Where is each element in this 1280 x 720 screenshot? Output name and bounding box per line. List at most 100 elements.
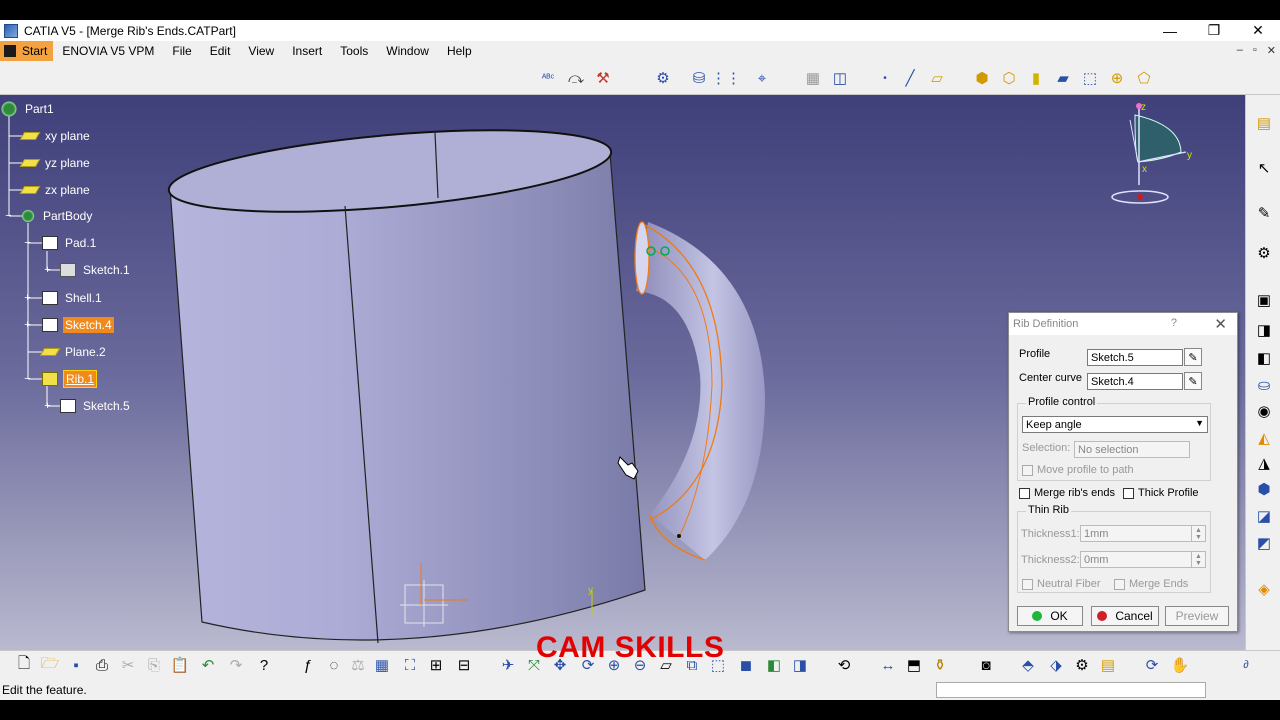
maximize-button[interactable]: ❐ [1192, 20, 1236, 41]
copy-icon[interactable]: ⎘ [144, 655, 164, 675]
axis-icon[interactable]: ◫ [830, 68, 850, 88]
undo-icon[interactable]: ↶ [198, 655, 218, 675]
tree-item-rib1[interactable]: Rib.1 [42, 370, 98, 388]
help-button[interactable]: ? [1171, 317, 1177, 329]
prism-icon[interactable]: ▮ [1026, 68, 1046, 88]
grid-icon[interactable]: ⋮⋮ [711, 68, 741, 88]
dress-up-icon[interactable]: ◈ [1254, 579, 1274, 599]
menu-enovia[interactable]: ENOVIA V5 VPM [53, 44, 163, 58]
analysis-icon[interactable]: ⛁ [689, 68, 709, 88]
thickness2-field[interactable]: 0mm ▲ ▼ [1080, 551, 1206, 568]
catalog-icon[interactable]: ⛶ [400, 655, 420, 675]
tree-item-sketch1[interactable]: Sketch.1 [60, 261, 132, 279]
merge-ends-checkbox[interactable] [1114, 578, 1125, 590]
neutral-fiber-checkbox[interactable] [1022, 578, 1033, 590]
shaft-icon[interactable]: ◧ [1254, 348, 1274, 368]
expand-toggle[interactable]: + [43, 265, 52, 276]
part-icon[interactable]: ⬢ [972, 68, 992, 88]
merge-ribs-ends-checkbox[interactable] [1019, 487, 1030, 499]
update-icon[interactable]: ⟲ [834, 655, 854, 675]
print-icon[interactable]: ⎙ [92, 655, 112, 675]
tree-item-shell1[interactable]: Shell.1 [42, 289, 104, 307]
thickness1-field[interactable]: 1mm ▲ ▼ [1080, 525, 1206, 542]
point-icon[interactable]: • [875, 68, 895, 88]
feature-icon[interactable]: ▰ [1053, 68, 1073, 88]
3d-viewport[interactable]: y Part1 xy plane yz plane zx plane − Par… [0, 95, 1245, 650]
menu-file[interactable]: File [163, 44, 200, 58]
hole-icon[interactable]: ⛀ [1254, 375, 1274, 395]
tree-item-yz-plane[interactable]: yz plane [19, 154, 92, 172]
pad-feature-icon[interactable]: ▣ [1254, 290, 1274, 310]
cut-icon[interactable]: ▦ [803, 68, 823, 88]
tree-item-sketch4[interactable]: Sketch.4 [42, 316, 114, 334]
fly-mode-icon[interactable]: ✈ [498, 655, 518, 675]
whats-this-icon[interactable]: ? [254, 655, 274, 675]
apply-material-icon[interactable]: ⚱ [930, 655, 950, 675]
shading-icon[interactable]: ◼ [736, 655, 756, 675]
knowledge-icon[interactable]: ◌ [324, 655, 344, 675]
product-icon[interactable]: ⬚ [1080, 68, 1100, 88]
menu-start[interactable]: Start [0, 41, 54, 61]
instantiate-icon[interactable]: ⊞ [426, 655, 446, 675]
cut-scissors-icon[interactable]: ✂ [118, 655, 138, 675]
cancel-button[interactable]: Cancel [1091, 606, 1159, 626]
scene-icon[interactable]: ⬘ [1018, 655, 1038, 675]
constraint-icon[interactable]: ⚙ [653, 68, 673, 88]
profile-field[interactable]: Sketch.5 [1087, 349, 1183, 366]
settings-icon[interactable]: ⚙ [1254, 243, 1274, 263]
center-curve-field[interactable]: Sketch.4 [1087, 373, 1183, 390]
assembly-icon[interactable]: ⬠ [1134, 68, 1154, 88]
line-icon[interactable]: ╱ [900, 68, 920, 88]
expand-toggle[interactable]: + [23, 293, 32, 304]
ok-button[interactable]: OK [1017, 606, 1083, 626]
doc-restore-button[interactable]: ▫ [1253, 44, 1257, 57]
thick-profile-row[interactable]: Thick Profile [1123, 487, 1199, 499]
rib-feature-icon[interactable]: ◭ [1254, 428, 1274, 448]
tree-item-sketch5[interactable]: Sketch.5 [60, 397, 132, 415]
draw-icon[interactable]: ⚒ [593, 68, 613, 88]
spinner-icon[interactable]: ▲ ▼ [1191, 526, 1205, 541]
hide-show-icon[interactable]: ◧ [764, 655, 784, 675]
mug-body[interactable] [169, 152, 646, 641]
pocket-icon[interactable]: ◨ [1254, 320, 1274, 340]
move-profile-row[interactable]: Move profile to path [1022, 464, 1134, 476]
camera-icon[interactable]: ◙ [976, 655, 996, 675]
remove-loft-icon[interactable]: ◩ [1254, 533, 1274, 553]
tree-item-xy-plane[interactable]: xy plane [19, 127, 92, 145]
edit-sketch-icon[interactable]: ✎ [1184, 372, 1202, 390]
target-icon[interactable]: ⊕ [1107, 68, 1127, 88]
preview-button[interactable]: Preview [1165, 606, 1229, 626]
menu-insert[interactable]: Insert [283, 44, 331, 58]
dialog-close-button[interactable]: ✕ [1214, 315, 1227, 333]
tree-item-plane2[interactable]: Plane.2 [39, 343, 108, 361]
menu-edit[interactable]: Edit [201, 44, 240, 58]
tree-item-pad1[interactable]: Pad.1 [42, 234, 98, 252]
inertia-icon[interactable]: ⬒ [904, 655, 924, 675]
check-spelling-icon[interactable]: ᴬᴮᶜ [538, 68, 558, 88]
groove-icon[interactable]: ◉ [1254, 401, 1274, 421]
plane-icon[interactable]: ▱ [927, 68, 947, 88]
redo-icon[interactable]: ↷ [226, 655, 246, 675]
options-icon[interactable]: ⚙ [1072, 655, 1092, 675]
expand-toggle[interactable]: + [23, 320, 32, 331]
collapse-toggle[interactable]: − [23, 238, 32, 249]
doc-close-button[interactable]: ✕ [1267, 44, 1276, 57]
collapse-toggle[interactable]: − [4, 211, 13, 222]
select-arrow-icon[interactable]: ↖ [1254, 158, 1274, 178]
tree-root-part1[interactable]: Part1 [0, 100, 56, 118]
selection-field[interactable]: No selection [1074, 441, 1190, 458]
measure-between-icon[interactable]: ⊟ [454, 655, 474, 675]
formula-icon[interactable]: ƒ [298, 655, 318, 675]
merge-ribs-ends-row[interactable]: Merge rib's ends [1019, 487, 1115, 499]
collapse-toggle[interactable]: − [23, 374, 32, 385]
loft-icon[interactable]: ◪ [1254, 506, 1274, 526]
stiffener-icon[interactable]: ⬢ [1254, 479, 1274, 499]
command-input[interactable] [936, 682, 1206, 698]
select-icon[interactable]: ⌖ [752, 68, 772, 88]
menu-tools[interactable]: Tools [331, 44, 377, 58]
compass-widget[interactable]: z y x [1108, 100, 1203, 210]
table-icon[interactable]: ▦ [372, 655, 392, 675]
move-profile-checkbox[interactable] [1022, 464, 1033, 476]
swap-visible-icon[interactable]: ◨ [790, 655, 810, 675]
network-icon[interactable]: ⬗ [1046, 655, 1066, 675]
